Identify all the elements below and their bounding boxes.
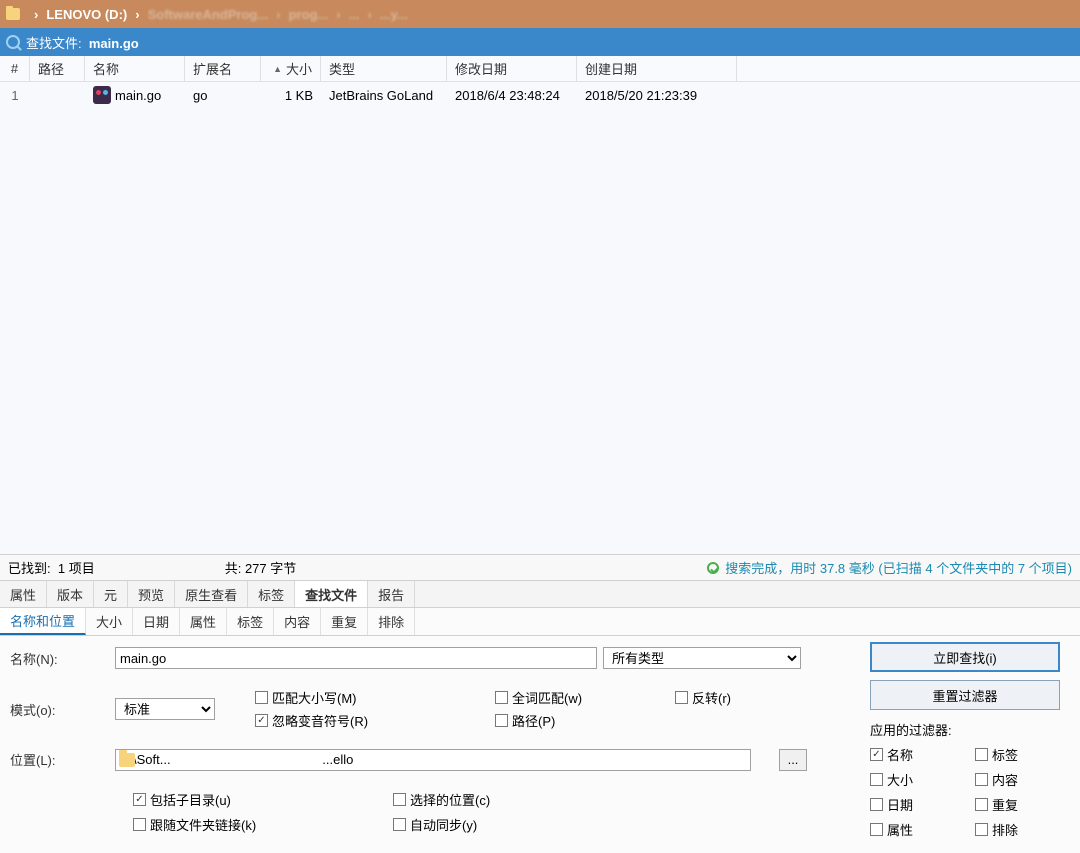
goland-file-icon xyxy=(93,86,111,104)
col-ext[interactable]: 扩展名 xyxy=(185,56,261,81)
breadcrumb[interactable]: › LENOVO (D:) › SoftwareAndProg... › pro… xyxy=(0,0,1080,28)
cell-mod: 2018/6/4 23:48:24 xyxy=(447,88,577,103)
breadcrumb-drive[interactable]: LENOVO (D:) xyxy=(46,7,127,22)
chevron-right-icon: › xyxy=(135,7,139,22)
subtab-tags[interactable]: 标签 xyxy=(227,608,274,635)
results-header[interactable]: # 路径 名称 扩展名 ▲大小 类型 修改日期 创建日期 xyxy=(0,56,1080,82)
breadcrumb-seg[interactable]: SoftwareAndProg... xyxy=(148,7,269,22)
col-name[interactable]: 名称 xyxy=(85,56,185,81)
total-label: 共: 277 字节 xyxy=(225,558,297,577)
breadcrumb-seg[interactable]: ...y... xyxy=(380,7,408,22)
cell-name: main.go xyxy=(85,86,185,104)
checkbox-auto-sync[interactable]: 自动同步(y) xyxy=(393,815,593,834)
type-select[interactable]: 所有类型 xyxy=(603,647,801,669)
tab-tags[interactable]: 标签 xyxy=(248,581,295,607)
browse-button[interactable]: ... xyxy=(779,749,807,771)
subtab-content[interactable]: 内容 xyxy=(274,608,321,635)
col-type[interactable]: 类型 xyxy=(321,56,447,81)
cell-type: JetBrains GoLand xyxy=(321,88,447,103)
cell-num: 1 xyxy=(0,88,30,103)
checkbox-match-case[interactable]: 匹配大小写(M) xyxy=(255,688,495,707)
cell-ext: go xyxy=(185,88,261,103)
checkbox-ignore-diacritics[interactable]: 忽略变音符号(R) xyxy=(255,711,495,730)
checkbox-invert[interactable]: 反转(r) xyxy=(675,688,815,707)
col-number[interactable]: # xyxy=(0,56,30,81)
checkbox-include-subdirs[interactable]: 包括子目录(u) xyxy=(133,790,393,809)
folder-icon xyxy=(6,8,20,20)
applied-filters-label: 应用的过滤器: xyxy=(870,720,1070,739)
tab-version[interactable]: 版本 xyxy=(47,581,94,607)
col-size[interactable]: ▲大小 xyxy=(261,56,321,81)
checkbox-path[interactable]: 路径(P) xyxy=(495,711,675,730)
checkbox-whole-word[interactable]: 全词匹配(w) xyxy=(495,688,675,707)
cell-create: 2018/5/20 21:23:39 xyxy=(577,88,737,103)
tab-native[interactable]: 原生查看 xyxy=(175,581,248,607)
table-row[interactable]: 1 main.go go 1 KB JetBrains GoLand 2018/… xyxy=(0,82,1080,108)
subtab-attr[interactable]: 属性 xyxy=(180,608,227,635)
sort-asc-icon: ▲ xyxy=(273,64,282,74)
tab-preview[interactable]: 预览 xyxy=(128,581,175,607)
mode-select[interactable]: 标准 xyxy=(115,698,215,720)
search-title-bar: 查找文件: main.go xyxy=(0,28,1080,56)
filter-exclude[interactable]: 排除 xyxy=(975,820,1070,839)
tab-report[interactable]: 报告 xyxy=(368,581,415,607)
main-tabs: 属性 版本 元 预览 原生查看 标签 查找文件 报告 xyxy=(0,580,1080,608)
location-input[interactable] xyxy=(115,749,751,771)
subtab-name-location[interactable]: 名称和位置 xyxy=(0,608,86,635)
breadcrumb-seg[interactable]: ... xyxy=(349,7,360,22)
filter-name[interactable]: 名称 xyxy=(870,745,965,764)
filter-size[interactable]: 大小 xyxy=(870,770,965,789)
search-complete-status: 搜索完成，用时 37.8 毫秒 (已扫描 4 个文件夹中的 7 个项目) xyxy=(707,558,1072,577)
location-label: 位置(L): xyxy=(10,750,115,769)
col-path[interactable]: 路径 xyxy=(30,56,85,81)
name-input[interactable] xyxy=(115,647,597,669)
chevron-right-icon: › xyxy=(34,7,38,22)
filter-tag[interactable]: 标签 xyxy=(975,745,1070,764)
results-list[interactable]: 1 main.go go 1 KB JetBrains GoLand 2018/… xyxy=(0,82,1080,554)
filter-tabs: 名称和位置 大小 日期 属性 标签 内容 重复 排除 xyxy=(0,608,1080,636)
subtab-size[interactable]: 大小 xyxy=(86,608,133,635)
search-icon xyxy=(6,35,20,49)
mode-label: 模式(o): xyxy=(10,700,115,719)
filter-content[interactable]: 内容 xyxy=(975,770,1070,789)
subtab-date[interactable]: 日期 xyxy=(133,608,180,635)
col-mod[interactable]: 修改日期 xyxy=(447,56,577,81)
found-label: 已找到: 1 项目 xyxy=(8,558,95,577)
checkbox-selected-location[interactable]: 选择的位置(c) xyxy=(393,790,593,809)
subtab-dup[interactable]: 重复 xyxy=(321,608,368,635)
cell-size: 1 KB xyxy=(261,88,321,103)
col-create[interactable]: 创建日期 xyxy=(577,56,737,81)
filter-date[interactable]: 日期 xyxy=(870,795,965,814)
tab-attributes[interactable]: 属性 xyxy=(0,581,47,607)
search-now-button[interactable]: 立即查找(i) xyxy=(870,642,1060,672)
status-bar: 已找到: 1 项目 共: 277 字节 搜索完成，用时 37.8 毫秒 (已扫描… xyxy=(0,554,1080,580)
name-label: 名称(N): xyxy=(10,649,115,668)
filter-attr[interactable]: 属性 xyxy=(870,820,965,839)
filter-dup[interactable]: 重复 xyxy=(975,795,1070,814)
tab-find-files[interactable]: 查找文件 xyxy=(295,581,368,607)
tab-meta[interactable]: 元 xyxy=(94,581,128,607)
check-icon xyxy=(707,562,719,574)
folder-icon xyxy=(119,753,135,767)
reset-filters-button[interactable]: 重置过滤器 xyxy=(870,680,1060,710)
checkbox-follow-links[interactable]: 跟随文件夹链接(k) xyxy=(133,815,393,834)
subtab-exclude[interactable]: 排除 xyxy=(368,608,415,635)
breadcrumb-seg[interactable]: prog... xyxy=(289,7,329,22)
